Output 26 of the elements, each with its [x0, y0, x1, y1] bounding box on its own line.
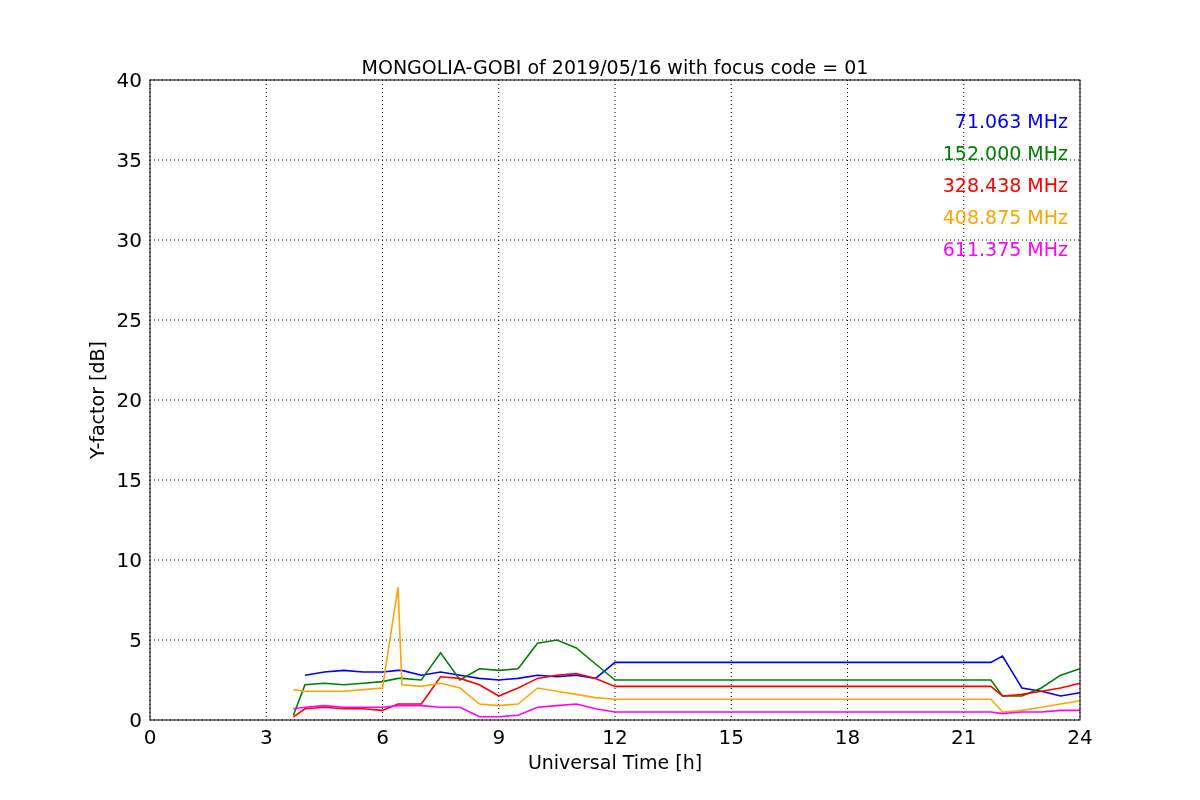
- tick-label: 24: [1067, 725, 1093, 749]
- tick-label: 15: [718, 725, 744, 749]
- legend-label: 611.375 MHz: [942, 238, 1068, 260]
- tick-label: 10: [116, 548, 142, 572]
- legend-label: 71.063 MHz: [954, 110, 1068, 132]
- tick-label: 3: [259, 725, 273, 749]
- legend-label: 328.438 MHz: [942, 174, 1068, 196]
- legend-label: 152.000 MHz: [942, 142, 1068, 164]
- tick-label: 18: [834, 725, 861, 749]
- axis-label: Y-factor [dB]: [86, 341, 108, 459]
- tick-label: 20: [116, 388, 142, 412]
- tick-label: 0: [143, 725, 157, 749]
- tick-label: 12: [602, 725, 628, 749]
- tick-label: 0: [129, 708, 142, 732]
- legend-label: 408.875 MHz: [942, 206, 1068, 228]
- tick-label: 35: [116, 148, 142, 172]
- tick-label: 5: [129, 628, 142, 652]
- tick-label: 21: [951, 725, 977, 749]
- tick-label: 25: [116, 308, 142, 332]
- tick-label: 6: [376, 725, 389, 749]
- tick-label: 40: [116, 68, 142, 92]
- chart-title: MONGOLIA-GOBI of 2019/05/16 with focus code = 01: [361, 56, 869, 78]
- axis-label: Universal Time [h]: [527, 751, 703, 773]
- tick-label: 30: [116, 228, 142, 252]
- tick-label: 15: [116, 468, 142, 492]
- tick-label: 9: [492, 725, 506, 749]
